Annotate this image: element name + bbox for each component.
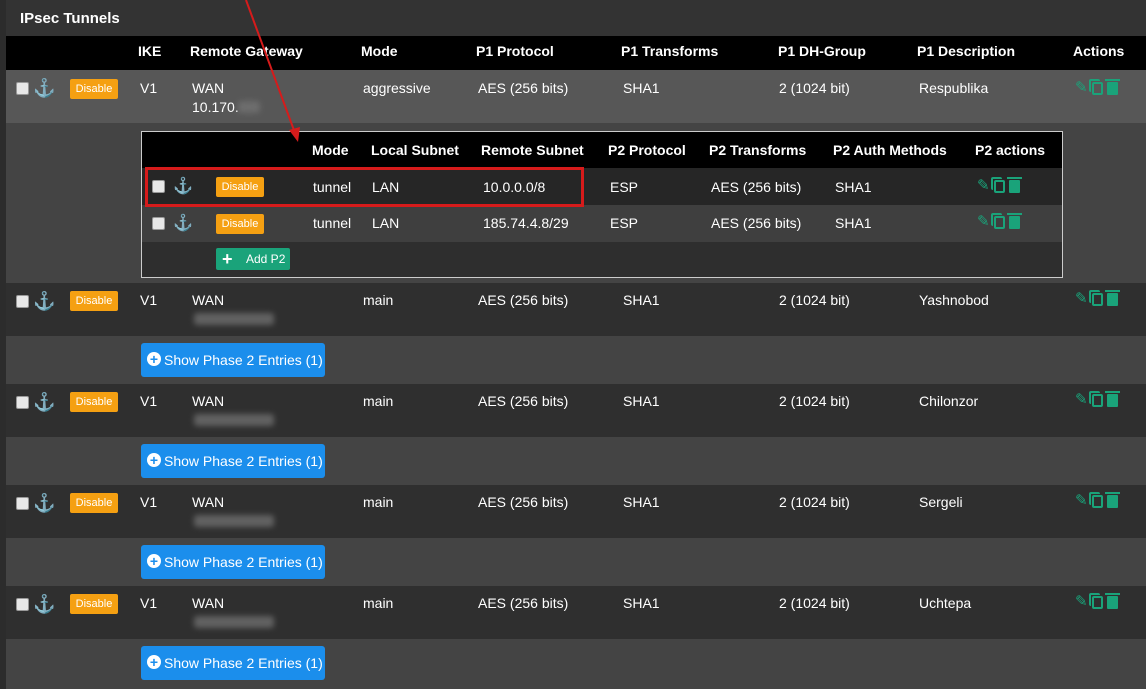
plus-circle-icon: + [147, 655, 161, 669]
pencil-icon[interactable]: ✎ [1075, 392, 1088, 408]
redacted-ip [194, 616, 274, 628]
show-phase2-button[interactable]: + Show Phase 2 Entries (1) [141, 646, 325, 680]
copy-icon[interactable] [1088, 491, 1103, 508]
show-phase2-label: Show Phase 2 Entries (1) [164, 352, 323, 368]
p1-dh-value: 2 (1024 bit) [779, 393, 850, 409]
row-checkbox[interactable] [16, 497, 29, 510]
disable-button[interactable]: Disable [70, 392, 118, 412]
row-actions: ✎ [1075, 491, 1120, 509]
p1-transforms-value: SHA1 [623, 494, 660, 510]
show-phase2-button[interactable]: + Show Phase 2 Entries (1) [141, 343, 325, 377]
pencil-icon[interactable]: ✎ [1075, 594, 1088, 610]
gateway-interface: WAN [192, 494, 225, 510]
disable-button[interactable]: Disable [70, 493, 118, 513]
anchor-icon[interactable]: ⚓ [33, 595, 55, 613]
p1-protocol-value: AES (256 bits) [478, 292, 569, 308]
anchor-icon[interactable]: ⚓ [33, 292, 55, 310]
p1-dh-value: 2 (1024 bit) [779, 595, 850, 611]
phase2-toggle-row: + Show Phase 2 Entries (1) [6, 639, 1146, 689]
pencil-icon[interactable]: ✎ [1075, 291, 1088, 307]
disable-button[interactable]: Disable [70, 594, 118, 614]
row-checkbox[interactable] [16, 598, 29, 611]
p1-dh-value: 2 (1024 bit) [779, 494, 850, 510]
row-actions: ✎ [1075, 289, 1120, 307]
p1-description-value: Chilonzor [919, 393, 979, 409]
show-phase2-button[interactable]: + Show Phase 2 Entries (1) [141, 444, 325, 478]
p1-transforms-value: SHA1 [623, 393, 660, 409]
trash-icon[interactable] [1104, 491, 1120, 508]
mode-value: main [363, 595, 394, 611]
plus-circle-icon: + [147, 352, 161, 366]
trash-icon[interactable] [1104, 592, 1120, 609]
ike-value: V1 [140, 494, 158, 510]
gateway-interface: WAN [192, 393, 225, 409]
show-phase2-label: Show Phase 2 Entries (1) [164, 554, 323, 570]
plus-circle-icon: + [147, 554, 161, 568]
ike-value: V1 [140, 292, 158, 308]
tunnel-row: ⚓ Disable V1 WAN main AES (256 bits) SHA… [6, 283, 1146, 336]
row-actions: ✎ [1075, 390, 1120, 408]
p1-transforms-value: SHA1 [623, 595, 660, 611]
p1-protocol-value: AES (256 bits) [478, 494, 569, 510]
tunnel-row: ⚓ Disable V1 WAN main AES (256 bits) SHA… [6, 586, 1146, 639]
copy-icon[interactable] [1088, 289, 1103, 306]
phase2-toggle-row: + Show Phase 2 Entries (1) [6, 336, 1146, 384]
ipsec-panel: IPsec Tunnels IKE Remote Gateway Mode P1… [0, 0, 1146, 689]
p1-protocol-value: AES (256 bits) [478, 393, 569, 409]
ike-value: V1 [140, 595, 158, 611]
redacted-ip [194, 414, 274, 426]
gateway-interface: WAN [192, 292, 225, 308]
p1-protocol-value: AES (256 bits) [478, 595, 569, 611]
ike-value: V1 [140, 393, 158, 409]
copy-icon[interactable] [1088, 390, 1103, 407]
tunnel-row: ⚓ Disable V1 WAN main AES (256 bits) SHA… [6, 384, 1146, 437]
show-phase2-label: Show Phase 2 Entries (1) [164, 655, 323, 671]
redacted-ip [194, 515, 274, 527]
redacted-ip [194, 313, 274, 325]
p1-description-value: Uchtepa [919, 595, 972, 611]
trash-icon[interactable] [1104, 289, 1120, 306]
plus-circle-icon: + [147, 453, 161, 467]
row-actions: ✎ [1075, 592, 1120, 610]
show-phase2-label: Show Phase 2 Entries (1) [164, 453, 323, 469]
show-phase2-button[interactable]: + Show Phase 2 Entries (1) [141, 545, 325, 579]
disable-button[interactable]: Disable [70, 291, 118, 311]
mode-value: main [363, 494, 394, 510]
mode-value: main [363, 292, 394, 308]
anchor-icon[interactable]: ⚓ [33, 494, 55, 512]
anchor-icon[interactable]: ⚓ [33, 393, 55, 411]
p1-dh-value: 2 (1024 bit) [779, 292, 850, 308]
row-checkbox[interactable] [16, 295, 29, 308]
tunnel-row: ⚓ Disable V1 WAN main AES (256 bits) SHA… [6, 485, 1146, 538]
gateway-interface: WAN [192, 595, 225, 611]
p1-transforms-value: SHA1 [623, 292, 660, 308]
trash-icon[interactable] [1104, 390, 1120, 407]
copy-icon[interactable] [1088, 592, 1103, 609]
p1-description-value: Yashnobod [919, 292, 989, 308]
p1-description-value: Sergeli [919, 494, 963, 510]
row-checkbox[interactable] [16, 396, 29, 409]
phase2-toggle-row: + Show Phase 2 Entries (1) [6, 437, 1146, 485]
pencil-icon[interactable]: ✎ [1075, 493, 1088, 509]
phase2-toggle-row: + Show Phase 2 Entries (1) [6, 538, 1146, 586]
mode-value: main [363, 393, 394, 409]
